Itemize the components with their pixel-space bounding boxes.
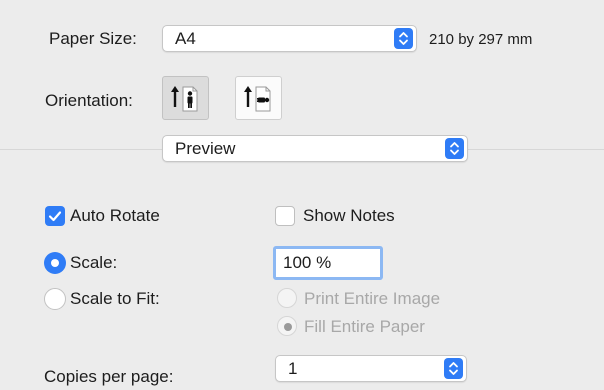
landscape-person-icon [236,77,283,126]
show-notes-label: Show Notes [303,206,395,225]
print-entire-image-label: Print Entire Image [304,289,441,308]
copies-per-page-select[interactable]: 1 [275,355,467,382]
show-notes-checkbox[interactable] [275,206,295,226]
chevron-updown-icon [445,138,464,159]
auto-rotate-label: Auto Rotate [70,206,160,225]
checkmark-icon [48,211,62,222]
fill-entire-paper-label: Fill Entire Paper [304,317,425,336]
scale-to-fit-radio[interactable] [44,288,66,310]
orientation-landscape-button[interactable] [235,76,282,120]
chevron-updown-icon [444,358,463,379]
app-options-select[interactable]: Preview [162,135,468,162]
paper-size-value: A4 [175,29,196,48]
portrait-person-icon [163,77,210,126]
copies-per-page-value: 1 [288,359,298,378]
scale-label: Scale: [70,253,118,272]
app-options-value: Preview [175,139,236,158]
chevron-updown-icon [394,28,413,49]
copies-per-page-label: Copies per page: [44,367,174,386]
paper-size-select[interactable]: A4 [162,25,417,52]
print-entire-image-radio [277,288,297,308]
fill-entire-paper-radio [277,316,297,336]
scale-field[interactable] [273,246,383,280]
paper-size-label: Paper Size: [49,29,137,48]
auto-rotate-checkbox[interactable] [45,206,65,226]
scale-input[interactable] [283,253,373,273]
orientation-portrait-button[interactable] [162,76,209,120]
scale-to-fit-label: Scale to Fit: [70,289,160,308]
paper-dimensions: 210 by 297 mm [429,31,533,48]
scale-radio[interactable] [44,252,66,274]
orientation-label: Orientation: [45,91,133,110]
